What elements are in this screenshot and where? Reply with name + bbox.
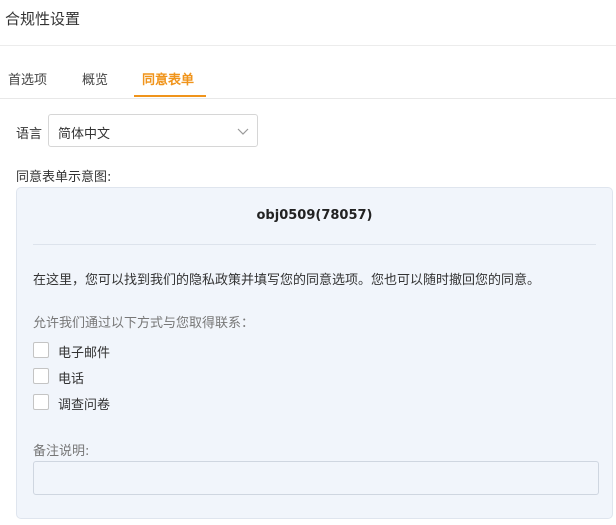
- tab-bar: 首选项 概览 同意表单: [0, 60, 616, 99]
- survey-checkbox[interactable]: [33, 394, 49, 410]
- language-label: 语言: [16, 127, 43, 142]
- consent-intro-text: 在这里，您可以找到我们的隐私政策并填写您的同意选项。您也可以随时撤回您的同意。: [33, 273, 541, 288]
- consent-preview-card: obj0509(78057) 在这里，您可以找到我们的隐私政策并填写您的同意选项…: [16, 187, 613, 519]
- notes-input[interactable]: [33, 461, 599, 495]
- chevron-down-icon: [237, 128, 249, 135]
- tab-consent-form[interactable]: 同意表单: [142, 69, 194, 88]
- phone-option-label: 电话: [58, 372, 85, 387]
- language-selected-value: 简体中文: [58, 127, 111, 142]
- notes-label: 备注说明:: [33, 444, 90, 459]
- email-checkbox[interactable]: [33, 342, 49, 358]
- consent-form-title: obj0509(78057): [256, 208, 373, 223]
- card-divider: [33, 244, 596, 245]
- language-select[interactable]: 简体中文: [48, 114, 258, 147]
- tab-preferences[interactable]: 首选项: [8, 69, 47, 88]
- email-option-label: 电子邮件: [58, 346, 111, 361]
- tab-overview[interactable]: 概览: [82, 69, 108, 88]
- title-divider: [0, 45, 616, 46]
- phone-checkbox[interactable]: [33, 368, 49, 384]
- contact-methods-label: 允许我们通过以下方式与您取得联系：: [33, 316, 255, 331]
- survey-option-label: 调查问卷: [58, 398, 111, 413]
- consent-preview-label: 同意表单示意图:: [16, 170, 112, 185]
- active-tab-indicator: [134, 95, 206, 97]
- page-title: 合规性设置: [5, 10, 81, 28]
